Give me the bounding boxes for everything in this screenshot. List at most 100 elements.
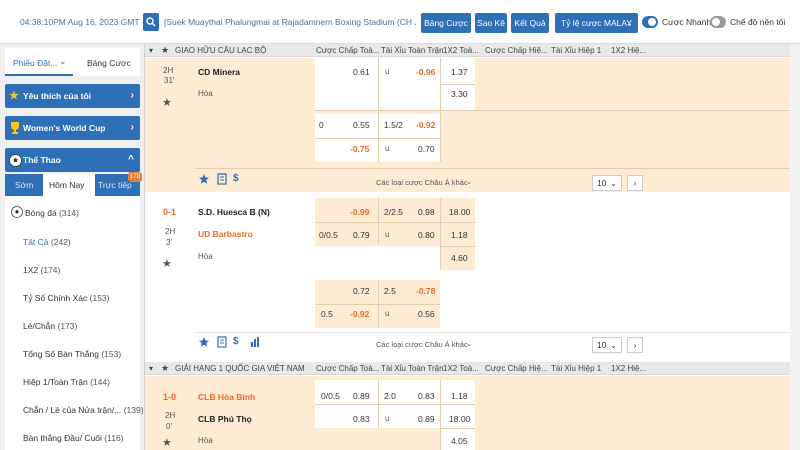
star-icon[interactable]: ★ bbox=[161, 45, 169, 56]
match-row: 1-0 2H 0' ★ CLB Hòa Bình CLB Phú Thọ Hòa… bbox=[145, 376, 800, 450]
ou-odds[interactable]: 0.89 bbox=[418, 414, 435, 424]
hdp-odds[interactable]: -0.92 bbox=[350, 309, 369, 319]
favorite-star-icon[interactable]: ★ bbox=[162, 96, 172, 109]
col-hdp-h1: Cược Chấp Hiệ... bbox=[485, 46, 548, 55]
ou-odds[interactable]: -0.78 bbox=[416, 286, 435, 296]
market-item[interactable]: Bàn thắng Đầu/ Cuối (116) bbox=[23, 433, 124, 443]
clock: 04:38:10PM Aug 16, 2023 GMT +7 bbox=[20, 17, 152, 27]
ou-odds[interactable]: 0.98 bbox=[418, 207, 435, 217]
hdp-odds[interactable]: -0.99 bbox=[350, 207, 369, 217]
chevron-up-icon: ^ bbox=[128, 154, 134, 165]
live-score: 0-1 bbox=[163, 207, 177, 217]
tab-betlist[interactable]: Bảng Cược bbox=[87, 58, 131, 68]
hdp-odds[interactable]: 0.61 bbox=[353, 67, 370, 77]
favorite-star-icon[interactable]: ★ bbox=[162, 257, 172, 270]
page-size-select[interactable]: 10 ⌄ bbox=[592, 337, 622, 353]
bar-chart-icon[interactable] bbox=[249, 336, 263, 350]
x12-draw-odds[interactable]: 3.30 bbox=[451, 89, 468, 99]
league-header: ▾ ★ GIAO HỮU CÂU LẠC BỘ Cược Chấp Toà...… bbox=[145, 44, 800, 57]
sports-panel[interactable]: Thể Thao ^ bbox=[5, 148, 140, 172]
x12-draw-odds[interactable]: 4.60 bbox=[451, 253, 468, 263]
hdp-odds[interactable]: 0.55 bbox=[353, 120, 370, 130]
col-hdp-h1: Cược Chấp Hiệ... bbox=[485, 364, 548, 373]
x12-odds[interactable]: 18.00 bbox=[449, 414, 470, 424]
star-icon[interactable]: ★ bbox=[161, 363, 169, 374]
stats-icon[interactable] bbox=[216, 173, 230, 187]
col-ou-h1: Tài Xỉu Hiệp 1 bbox=[551, 46, 602, 55]
sidebar: Phiếu Đặt... ⌄ Bảng Cược ★ Yêu thích của… bbox=[0, 44, 145, 450]
tab-live[interactable]: Trực tiếp bbox=[98, 180, 132, 190]
ou-odds[interactable]: 0.70 bbox=[418, 144, 435, 154]
hdp-odds[interactable]: 0.79 bbox=[353, 230, 370, 240]
favorite-icon[interactable] bbox=[198, 336, 212, 350]
chevron-down-icon: ⌄ bbox=[609, 178, 617, 188]
x12-draw-odds[interactable]: 4.05 bbox=[451, 436, 468, 446]
collapse-icon[interactable]: ▾ bbox=[149, 46, 153, 55]
statement-button[interactable]: Sao Kê bbox=[475, 13, 507, 33]
market-item[interactable]: Lẻ/Chẵn (173) bbox=[23, 321, 77, 331]
hdp-odds[interactable]: 0.83 bbox=[353, 414, 370, 424]
col-hdp-ft: Cược Chấp Toà... bbox=[316, 46, 380, 55]
x12-odds[interactable]: 18.00 bbox=[449, 207, 470, 217]
market-item[interactable]: Hiệp 1/Toàn Trận (144) bbox=[23, 377, 110, 387]
odds-type-label: Tỷ lệ cược MALAY bbox=[561, 18, 633, 28]
home-team: CD Minera bbox=[198, 67, 241, 77]
ou-odds[interactable]: -0.92 bbox=[416, 120, 435, 130]
live-count-badge: 178 bbox=[128, 172, 142, 182]
ou-odds[interactable]: 0.83 bbox=[418, 391, 435, 401]
odds-table: ▾ ★ GIAO HỮU CÂU LẠC BỘ Cược Chấp Toà...… bbox=[145, 44, 800, 450]
dollar-icon[interactable]: $ bbox=[233, 173, 247, 187]
news-marquee[interactable]: [Suek Muaythai Phalungmai at Rajadamnern… bbox=[164, 17, 416, 27]
ou-odds[interactable]: 0.80 bbox=[418, 230, 435, 240]
chevron-down-icon: ⌄ bbox=[466, 177, 473, 186]
market-item[interactable]: Tất Cả (242) bbox=[23, 237, 71, 247]
more-markets-link[interactable]: Các loại cược Châu Á khác bbox=[376, 340, 468, 349]
market-item[interactable]: Tỷ Số Chính Xác (153) bbox=[23, 293, 109, 303]
odds-type-select[interactable]: Tỷ lệ cược MALAY ⌄ bbox=[555, 13, 638, 33]
favorites-panel[interactable]: ★ Yêu thích của tôi › bbox=[5, 84, 140, 108]
col-1x2-ft: 1X2 Toà... bbox=[443, 46, 479, 55]
fast-bet-toggle[interactable] bbox=[642, 16, 658, 28]
sport-football[interactable]: Bóng đá (314) bbox=[25, 208, 79, 218]
market-list: Bóng đá (314) Tất Cả (242) 1X2 (174) Tỷ … bbox=[5, 196, 144, 450]
dark-mode-toggle[interactable] bbox=[710, 16, 726, 28]
bet-table-button[interactable]: Bảng Cược bbox=[421, 13, 471, 33]
next-page-button[interactable]: › bbox=[627, 175, 643, 191]
tab-today[interactable]: Hôm Nay bbox=[49, 180, 84, 190]
home-team: CLB Hòa Bình bbox=[198, 392, 256, 402]
favorite-icon[interactable] bbox=[198, 173, 212, 187]
chevron-down-icon: ⌄ bbox=[466, 339, 473, 348]
hdp-odds[interactable]: 0.72 bbox=[353, 286, 370, 296]
ou-odds[interactable]: 0.56 bbox=[418, 309, 435, 319]
market-item[interactable]: Tổng Số Bàn Thắng (153) bbox=[23, 349, 121, 359]
chevron-down-icon: ⌄ bbox=[609, 340, 617, 350]
stats-icon[interactable] bbox=[216, 336, 230, 350]
hdp-odds[interactable]: 0.89 bbox=[353, 391, 370, 401]
chevron-right-icon: › bbox=[130, 90, 134, 101]
tab-early[interactable]: Sớm bbox=[15, 180, 33, 190]
ou-odds[interactable]: -0.96 bbox=[416, 67, 435, 77]
active-tab-indicator bbox=[5, 74, 73, 76]
col-1x2-ft: 1X2 Toà... bbox=[443, 364, 479, 373]
page-size-select[interactable]: 10 ⌄ bbox=[592, 175, 622, 191]
soccer-ball-icon bbox=[11, 206, 23, 220]
league-name: GIẢI HẠNG 1 QUỐC GIA VIỆT NAM bbox=[175, 364, 305, 373]
market-item[interactable]: Chẵn / Lẻ của Nửa trận/... (139) bbox=[23, 405, 144, 415]
x12-odds[interactable]: 1.37 bbox=[451, 67, 468, 77]
chevron-down-icon: ⌄ bbox=[625, 18, 633, 28]
x12-odds[interactable]: 1.18 bbox=[451, 391, 468, 401]
next-page-button[interactable]: › bbox=[627, 337, 643, 353]
search-button[interactable] bbox=[143, 13, 159, 31]
match-row: 0-1 2H 3' ★ S.D. Huesca B (N) UD Barbast… bbox=[145, 194, 800, 354]
x12-odds[interactable]: 1.18 bbox=[451, 230, 468, 240]
scrollbar[interactable] bbox=[790, 44, 800, 450]
market-item[interactable]: 1X2 (174) bbox=[23, 265, 60, 275]
collapse-icon[interactable]: ▾ bbox=[149, 364, 153, 373]
more-markets-link[interactable]: Các loại cược Châu Á khác bbox=[376, 178, 468, 187]
favorite-star-icon[interactable]: ★ bbox=[162, 436, 172, 449]
dollar-icon[interactable]: $ bbox=[233, 336, 247, 350]
womens-world-cup-panel[interactable]: Women's World Cup › bbox=[5, 116, 140, 140]
results-button[interactable]: Kết Quả bbox=[511, 13, 549, 33]
hdp-odds[interactable]: -0.75 bbox=[350, 144, 369, 154]
tab-betslip[interactable]: Phiếu Đặt... bbox=[13, 58, 57, 68]
